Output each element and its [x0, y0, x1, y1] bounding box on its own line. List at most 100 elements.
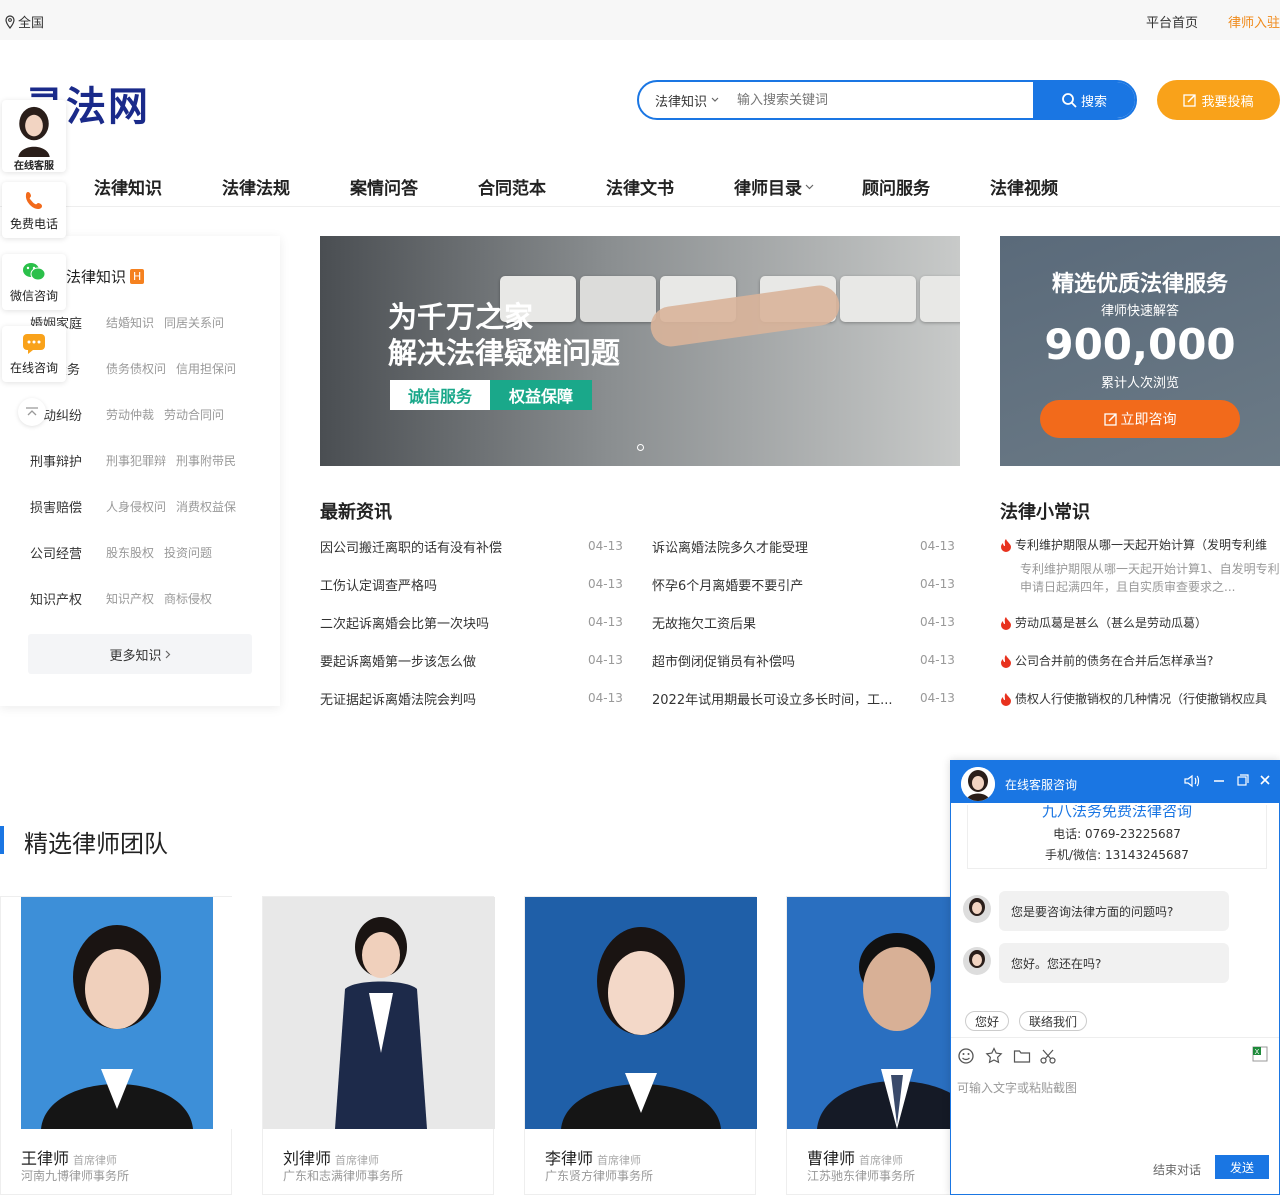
- category-sub-link[interactable]: 人身侵权问: [106, 498, 166, 515]
- search-button[interactable]: 搜索: [1033, 82, 1135, 118]
- carousel-dot[interactable]: [637, 444, 644, 451]
- category-sub-link[interactable]: 投资问题: [164, 544, 212, 561]
- news-item[interactable]: 工伤认定调查严格吗 04-13: [320, 574, 623, 594]
- category-name[interactable]: 刑事辩护: [30, 451, 106, 470]
- folder-icon[interactable]: [1013, 1047, 1031, 1065]
- category-sub-link[interactable]: 刑事附带民: [176, 452, 236, 469]
- free-call-label: 免费电话: [9, 216, 58, 231]
- search-category-select[interactable]: 法律知识: [639, 82, 727, 118]
- category-sub-link[interactable]: 结婚知识: [106, 314, 154, 331]
- lawyer-portrait-image: [21, 897, 213, 1129]
- nav-item-law-knowledge[interactable]: 法律知识: [94, 174, 162, 199]
- send-button[interactable]: 发送: [1215, 1155, 1269, 1179]
- chat-toolbar-divider: [951, 1037, 1279, 1038]
- nav-item-contracts[interactable]: 合同范本: [478, 174, 546, 199]
- sound-icon[interactable]: [1183, 774, 1201, 788]
- news-item-title: 二次起诉离婚会比第一次块吗: [320, 616, 490, 632]
- news-item[interactable]: 无证据起诉离婚法院会判吗 04-13: [320, 688, 623, 708]
- lawyer-card[interactable]: 刘律师 首席律师 广东和志满律师事务所: [262, 896, 495, 1195]
- category-sub-link[interactable]: 债务债权问: [106, 360, 166, 377]
- end-chat-button[interactable]: 结束对话: [1153, 1161, 1201, 1178]
- category-header: 法律知识 H: [66, 266, 145, 287]
- star-icon[interactable]: [985, 1047, 1003, 1065]
- chat-bubble-icon: [23, 333, 45, 354]
- category-sub-link[interactable]: 劳动合同问: [164, 406, 224, 423]
- submit-article-button[interactable]: 我要投稿: [1157, 80, 1280, 120]
- lawyer-rank: 首席律师: [859, 1154, 904, 1167]
- news-item[interactable]: 要起诉离婚第一步该怎么做 04-13: [320, 650, 623, 670]
- chat-message: 您是要咨询法律方面的问题吗?: [999, 891, 1229, 931]
- chevron-down-icon: [711, 97, 719, 102]
- tip-item[interactable]: 专利维护期限从哪一天起开始计算（发明专利维: [1000, 536, 1267, 553]
- lawyer-join-link[interactable]: 律师入驻: [1228, 12, 1280, 31]
- category-sub-link[interactable]: 股东股权: [106, 544, 154, 561]
- chat-input-placeholder[interactable]: 可输入文字或粘贴截图: [957, 1079, 1077, 1096]
- lawyer-card[interactable]: 李律师 首席律师 广东贤方律师事务所: [524, 896, 757, 1195]
- nav-item-case-qa[interactable]: 案情问答: [350, 174, 418, 199]
- online-service-float[interactable]: 在线客服: [2, 100, 66, 172]
- quick-reply-contact[interactable]: 联络我们: [1019, 1011, 1088, 1031]
- news-item-date: 04-13: [588, 539, 623, 553]
- nav-item-advisory[interactable]: 顾问服务: [862, 174, 930, 199]
- quick-reply-hello[interactable]: 您好: [965, 1011, 1010, 1031]
- lawyer-firm: 江苏驰东律师事务所: [807, 1169, 916, 1183]
- news-item[interactable]: 2022年试用期最长可设立多长时间，工... 04-13: [652, 688, 955, 708]
- news-item[interactable]: 因公司搬迁离职的话有没有补偿 04-13: [320, 536, 623, 556]
- close-icon[interactable]: [1259, 774, 1271, 786]
- location-selector[interactable]: 全国: [4, 12, 44, 31]
- submit-article-label: 我要投稿: [1201, 94, 1254, 110]
- nav-item-lawyer-directory-label: 律师目录: [734, 179, 802, 199]
- lawyer-card[interactable]: 王律师 首席律师 河南九博律师事务所: [0, 896, 233, 1195]
- online-consult-float[interactable]: 在线咨询: [2, 326, 66, 382]
- category-sub-link[interactable]: 同居关系问: [164, 314, 224, 331]
- hero-banner[interactable]: 为千万之家 解决法律疑难问题 诚信服务 权益保障: [320, 236, 960, 466]
- location-pin-icon: [5, 14, 15, 29]
- wechat-icon: [23, 262, 46, 280]
- nav-item-documents[interactable]: 法律文书: [606, 174, 674, 199]
- tip-item[interactable]: 公司合并前的债务在合并后怎样承当?: [1000, 652, 1213, 669]
- search-input[interactable]: [727, 82, 1033, 118]
- excel-icon[interactable]: X: [1251, 1045, 1269, 1063]
- category-name[interactable]: 公司经营: [30, 543, 106, 562]
- scissors-icon[interactable]: [1039, 1047, 1057, 1065]
- promo-panel: 精选优质法律服务 律师快速解答 900,000 累计人次浏览 立即咨询: [1000, 236, 1280, 466]
- category-sub-link[interactable]: 消费权益保: [176, 498, 236, 515]
- nav-item-regulations[interactable]: 法律法规: [222, 174, 290, 199]
- news-item[interactable]: 怀孕6个月离婚要不要引产 04-13: [652, 574, 955, 594]
- news-item-title: 2022年试用期最长可设立多长时间，工...: [652, 692, 893, 708]
- category-sub-link[interactable]: 商标侵权: [164, 590, 212, 607]
- promo-title: 精选优质法律服务: [1051, 272, 1228, 297]
- search-bar: 法律知识 搜索: [637, 80, 1137, 120]
- category-name[interactable]: 损害赔偿: [30, 497, 106, 516]
- tip-item[interactable]: 债权人行使撤销权的几种情况（行使撤销权应具: [1000, 690, 1267, 707]
- tip-item[interactable]: 劳动瓜葛是甚么（甚么是劳动瓜葛）: [1000, 614, 1207, 631]
- lawyer-firm: 广东贤方律师事务所: [545, 1169, 654, 1183]
- emoji-icon[interactable]: [957, 1047, 975, 1065]
- more-knowledge-button[interactable]: 更多知识: [28, 634, 252, 674]
- wechat-consult-float[interactable]: 微信咨询: [2, 254, 66, 310]
- back-to-top-button[interactable]: [18, 398, 46, 426]
- minimize-icon[interactable]: [1213, 774, 1225, 788]
- news-item-date: 04-13: [588, 653, 623, 667]
- lawyer-name-line: 李律师 首席律师: [545, 1145, 641, 1169]
- consult-now-button[interactable]: 立即咨询: [1040, 400, 1240, 438]
- category-sub-link[interactable]: 刑事犯罪辩: [106, 452, 166, 469]
- category-sub-link[interactable]: 知识产权: [106, 590, 154, 607]
- nav-item-videos[interactable]: 法律视频: [990, 174, 1058, 199]
- chat-message-avatar: [963, 947, 991, 975]
- category-sub-link[interactable]: 劳动仲裁: [106, 406, 154, 423]
- nav-item-lawyer-directory[interactable]: 律师目录: [734, 174, 814, 199]
- platform-home-link[interactable]: 平台首页: [1146, 12, 1198, 31]
- tip-description: 专利维护期限从哪一天起开始计算1、自发明专利申请日起满四年，且自实质审查要求之.…: [1020, 562, 1280, 594]
- power-outlet-image: [840, 276, 916, 322]
- news-item[interactable]: 无故拖欠工资后果 04-13: [652, 612, 955, 632]
- free-call-float[interactable]: 免费电话: [2, 182, 66, 238]
- news-item-title: 无证据起诉离婚法院会判吗: [320, 692, 477, 708]
- news-item[interactable]: 二次起诉离婚会比第一次块吗 04-13: [320, 612, 623, 632]
- category-sub-link[interactable]: 信用担保问: [176, 360, 236, 377]
- consult-now-label: 立即咨询: [1120, 412, 1177, 428]
- news-item[interactable]: 诉讼离婚法院多久才能受理 04-13: [652, 536, 955, 556]
- category-name[interactable]: 知识产权: [30, 589, 106, 608]
- news-item[interactable]: 超市倒闭促销员有补偿吗 04-13: [652, 650, 955, 670]
- restore-icon[interactable]: [1237, 774, 1249, 786]
